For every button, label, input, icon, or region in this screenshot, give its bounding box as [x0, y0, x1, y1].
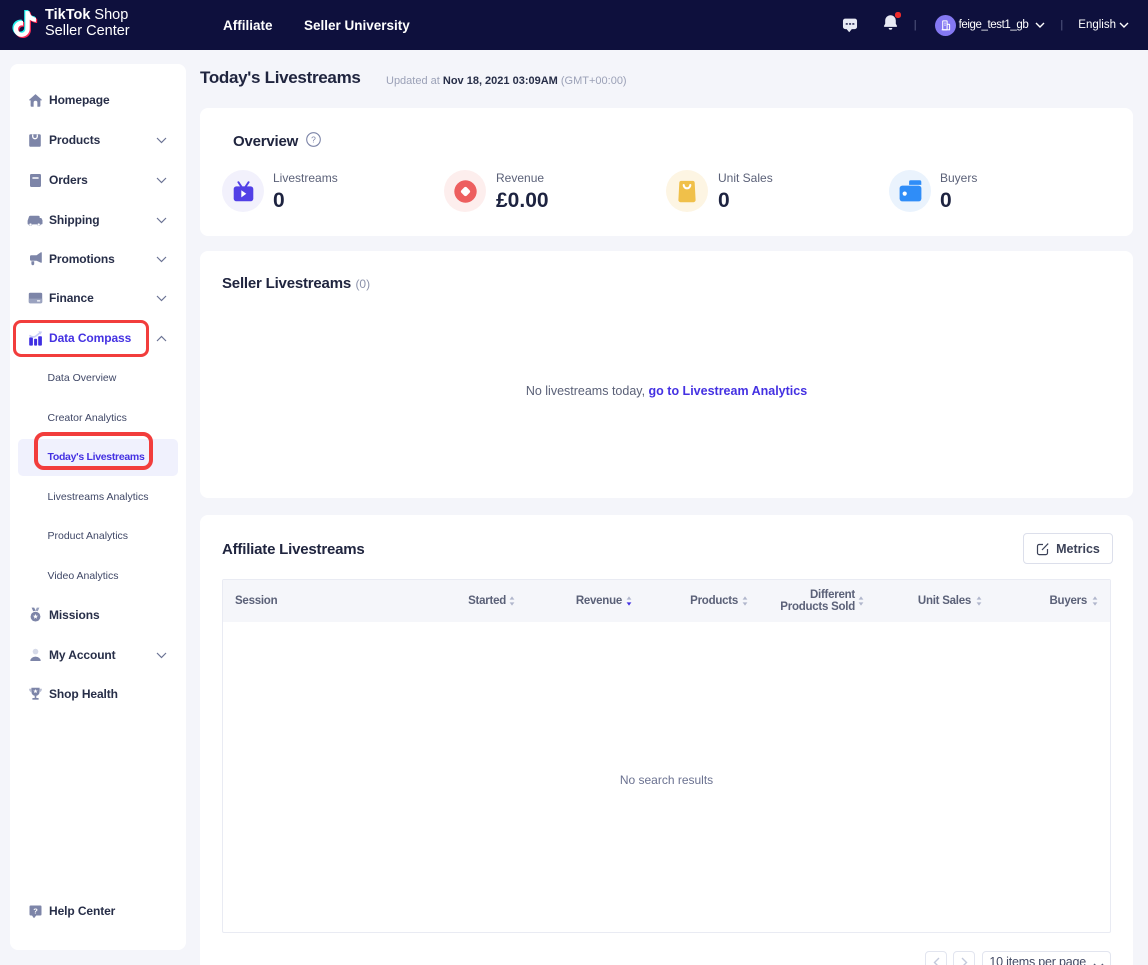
svg-text:?: ?	[311, 135, 316, 145]
svg-text:?: ?	[33, 906, 38, 915]
